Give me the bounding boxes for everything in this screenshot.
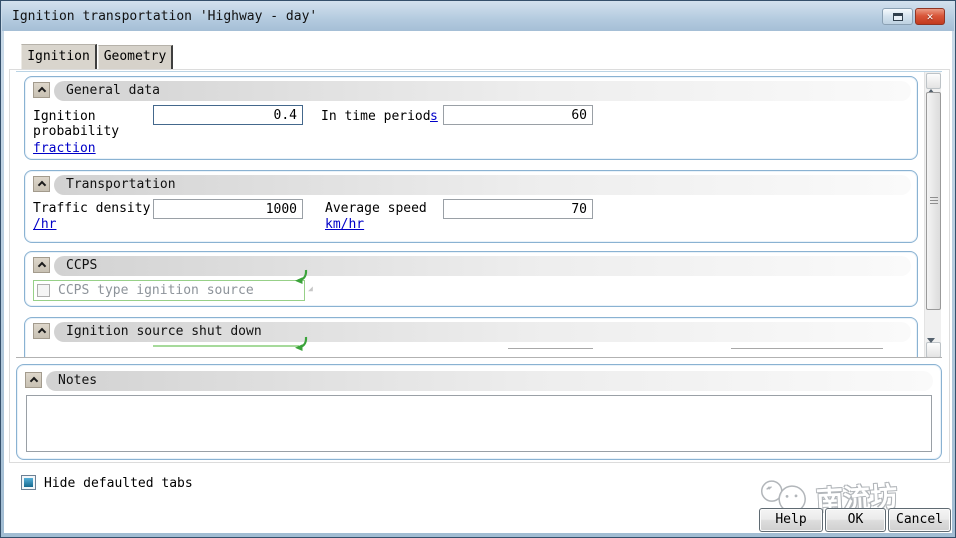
seconds-unit-link[interactable]: s [430,109,438,124]
chevron-up-icon [37,327,46,337]
section-general-title: General data [54,81,911,101]
ignition-probability-label: Ignition probability [33,109,120,139]
help-button[interactable]: Help [759,508,823,532]
average-speed-input[interactable] [443,199,593,219]
in-time-period-label: In time period [321,109,431,124]
ccps-type-checkbox-label: CCPS type ignition source [58,283,254,298]
fraction-unit-link[interactable]: fraction [33,141,96,156]
section-general-data: General data Ignition probability fracti… [24,76,918,160]
section-ccps: CCPS CCPS type ignition source ◢ [24,251,918,307]
chevron-up-icon [37,180,46,190]
ignition-probability-input[interactable] [153,105,303,125]
restore-icon [893,13,903,21]
hide-defaulted-tabs-checkbox[interactable] [21,475,36,490]
section-notes: Notes [16,364,942,460]
scroll-up-button[interactable] [926,73,941,94]
revert-arrow-icon[interactable] [293,336,309,352]
section-ccps-title: CCPS [54,256,911,276]
scroll-down-icon [927,338,935,357]
scroll-up-icon [927,74,935,94]
cancel-button[interactable]: Cancel [888,508,951,532]
revert-arrow-icon[interactable] [293,269,309,285]
traffic-density-label: Traffic density [33,201,151,216]
chevron-up-icon [37,86,46,96]
ccps-type-checkbox[interactable] [37,284,50,297]
close-button[interactable]: ✕ [915,8,945,25]
collapse-ccps-button[interactable] [33,257,50,273]
notes-textarea[interactable] [26,395,932,452]
section-shutdown-title: Ignition source shut down [54,322,911,342]
collapse-general-button[interactable] [33,82,50,98]
ok-button[interactable]: OK [825,508,886,532]
tab-ignition[interactable]: Ignition [21,44,97,70]
clipped-green-field-edge [153,345,299,347]
resize-grip-icon: ◢ [308,284,313,293]
chevron-up-icon [37,261,46,271]
time-period-input[interactable] [443,105,593,125]
km-hr-unit-link[interactable]: km/hr [325,217,364,232]
section-ignition-shutdown: Ignition source shut down [24,317,918,357]
section-transportation-title: Transportation [54,175,911,195]
scrollbar-grip-icon [930,197,938,205]
scrollbar-thumb[interactable] [926,92,941,310]
close-icon: ✕ [926,10,934,23]
tab-geometry[interactable]: Geometry [98,45,173,69]
section-transportation: Transportation Traffic density /hr Avera… [24,170,918,243]
ccps-type-checkbox-field[interactable]: CCPS type ignition source [33,280,305,301]
restore-button[interactable] [882,8,913,25]
chevron-up-icon [29,376,38,386]
per-hr-unit-link[interactable]: /hr [33,217,56,232]
average-speed-label: Average speed [325,201,427,216]
traffic-density-input[interactable] [153,199,303,219]
clipped-input-edge [508,348,593,349]
tab-page: General data Ignition probability fracti… [9,69,950,463]
scroll-viewport: General data Ignition probability fracti… [16,71,942,358]
section-notes-title: Notes [46,371,933,391]
vertical-scrollbar[interactable] [924,72,941,357]
window-title: Ignition transportation 'Highway - day' [12,9,318,24]
collapse-transportation-button[interactable] [33,176,50,192]
dialog-window: Ignition transportation 'Highway - day' … [0,0,956,538]
checkbox-fill-icon [24,478,33,487]
collapse-notes-button[interactable] [25,372,42,388]
hide-defaulted-tabs-label: Hide defaulted tabs [44,476,193,491]
clipped-input-edge [731,348,883,349]
dialog-client-area: Ignition Geometry General data Ignition … [4,31,952,533]
scroll-down-button[interactable] [926,338,941,357]
collapse-shutdown-button[interactable] [33,323,50,339]
titlebar[interactable]: Ignition transportation 'Highway - day' … [2,1,954,31]
